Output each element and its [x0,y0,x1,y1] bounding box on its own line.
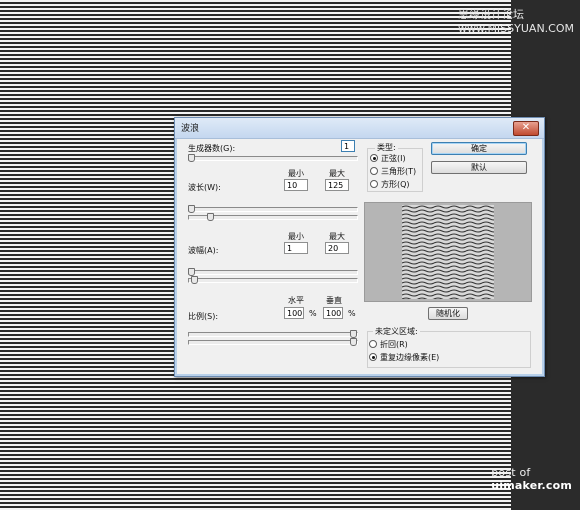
type-option-square[interactable]: 方形(Q) [370,179,410,190]
wavelength-max-slider-thumb[interactable] [207,213,215,221]
undefined-option-wrap[interactable]: 折回(R) [369,339,408,350]
dialog-title: 波浪 [181,124,200,134]
generators-input[interactable]: 1 [341,140,355,152]
radio-icon[interactable] [370,180,378,188]
wavelength-label: 波长(W): [188,183,221,192]
amplitude-max-header: 最大 [329,232,345,241]
ok-button[interactable]: 确定 [431,142,527,155]
close-button[interactable]: ✕ [513,121,539,136]
scale-label: 比例(S): [188,312,219,321]
preview-pane [364,202,532,302]
scale-horizontal-slider-track[interactable] [188,332,358,337]
scale-vertical-unit: % [348,309,356,318]
undefined-option-repeat-edge[interactable]: 重复边缘像素(E) [369,352,439,363]
amplitude-max-slider-track[interactable] [188,278,358,283]
radio-icon[interactable] [370,154,378,162]
radio-icon[interactable] [369,353,377,361]
wavelength-max-header: 最大 [329,169,345,178]
watermark-brand: uimaker.com [491,479,572,492]
watermark-bottom: post of uimaker.com [491,466,572,492]
type-group-title: 类型: [375,142,398,153]
amplitude-min-slider-track[interactable] [188,270,358,275]
dialog-titlebar[interactable]: 波浪 ✕ [175,118,544,139]
type-option-triangle-label: 三角形(T) [381,167,417,176]
scale-vertical-slider-thumb[interactable] [350,338,357,346]
scale-horizontal-input[interactable]: 100 [284,307,304,319]
wavelength-min-slider-thumb[interactable] [188,205,195,213]
type-option-sine[interactable]: 正弦(I) [370,153,406,164]
generators-slider-thumb[interactable] [188,154,195,162]
scale-horizontal-unit: % [309,309,317,318]
generators-slider-track[interactable] [188,156,358,161]
watermark-prefix: post of [491,466,531,479]
amplitude-min-slider-thumb[interactable] [188,268,195,276]
generators-label: 生成器数(G): [188,144,236,153]
wavelength-min-input[interactable]: 10 [284,179,308,191]
undefined-option-repeat-edge-label: 重复边缘像素(E) [380,353,440,362]
amplitude-max-slider-thumb[interactable] [191,276,199,284]
amplitude-min-header: 最小 [288,232,304,241]
close-icon: ✕ [521,122,531,133]
wave-preview-image [402,205,494,299]
scale-vertical-slider-track[interactable] [188,340,358,345]
wavelength-min-slider-track[interactable] [188,207,358,212]
scale-horizontal-slider-thumb[interactable] [350,330,357,338]
amplitude-label: 波幅(A): [188,246,219,255]
wavelength-min-header: 最小 [288,169,304,178]
radio-icon[interactable] [369,340,377,348]
randomize-button[interactable]: 随机化 [428,307,468,320]
scale-horizontal-header: 水平 [288,296,304,305]
undefined-option-wrap-label: 折回(R) [380,340,408,349]
default-button[interactable]: 默认 [431,161,527,174]
type-option-sine-label: 正弦(I) [381,154,406,163]
scale-vertical-header: 垂直 [326,296,342,305]
watermark-top: 思缘设计论坛 www.MISSYUAN.COM [457,8,574,35]
type-option-triangle[interactable]: 三角形(T) [370,166,416,177]
wavelength-max-input[interactable]: 125 [325,179,349,191]
wave-filter-dialog: 波浪 ✕ 生成器数(G): 1 最小 最大 波长(W): 10 125 最小 最… [174,117,545,377]
undefined-area-title: 未定义区域: [373,326,420,337]
type-option-square-label: 方形(Q) [381,180,410,189]
radio-icon[interactable] [370,167,378,175]
amplitude-min-input[interactable]: 1 [284,242,308,254]
amplitude-max-input[interactable]: 20 [325,242,349,254]
scale-vertical-input[interactable]: 100 [323,307,343,319]
